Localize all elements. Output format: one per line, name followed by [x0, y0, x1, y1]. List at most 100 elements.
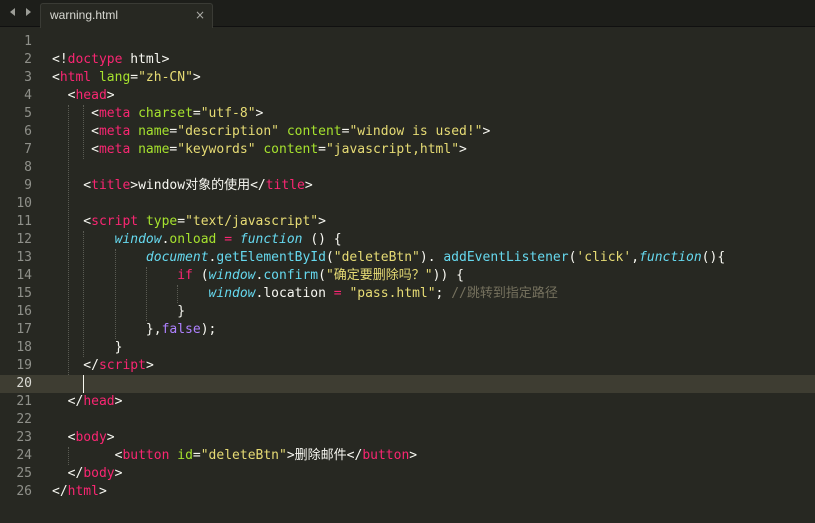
code-token: if [177, 268, 193, 283]
code-token: < [52, 430, 76, 445]
code-line[interactable]: <title>window对象的使用</title> [52, 177, 815, 195]
tab-warning-html[interactable]: warning.html × [40, 3, 213, 28]
code-token: </ [52, 484, 68, 499]
line-number: 12 [16, 232, 32, 247]
code-line[interactable] [52, 33, 815, 51]
code-token: > [114, 394, 123, 409]
code-token: < [52, 124, 99, 139]
code-line[interactable]: if (window.confirm("确定要删除吗？")) { [52, 267, 815, 285]
code-token: ( [325, 250, 334, 265]
code-token: > [459, 142, 467, 157]
code-line[interactable]: <meta name="keywords" content="javascrip… [52, 141, 815, 159]
indent-guide [67, 105, 69, 375]
code-token: ); [200, 322, 217, 337]
code-token: >删除邮件</ [286, 448, 363, 463]
code-editor[interactable]: 1 2 3 4 5 6 7 8 9 10 11 12 13 14 15 16 17 18 19 20 21 22 23 24 2… [0, 28, 815, 523]
code-line[interactable]: <!doctype html> [52, 51, 815, 69]
code-line[interactable] [52, 375, 815, 393]
code-line[interactable]: </script> [52, 357, 815, 375]
line-number: 10 [16, 196, 32, 211]
code-line[interactable]: </head> [52, 393, 815, 411]
code-area[interactable]: <!doctype html> <html lang="zh-CN"> <head… [40, 28, 815, 523]
code-token: = [192, 448, 201, 463]
code-token: charset [138, 106, 193, 121]
code-token: html> [122, 52, 170, 67]
code-token: head [83, 394, 115, 409]
indent-guide [83, 231, 85, 357]
code-token: meta [98, 124, 131, 139]
code-line[interactable]: <html lang="zh-CN"> [52, 69, 815, 87]
code-token: < [52, 214, 92, 229]
line-number: 26 [16, 484, 32, 499]
code-token: } [52, 340, 123, 355]
code-token: () { [302, 232, 342, 247]
code-token: < [52, 142, 99, 157]
code-token: > [304, 178, 313, 193]
code-token: button [362, 448, 410, 463]
code-line[interactable]: <meta charset="utf-8"> [52, 105, 815, 123]
code-token: title [91, 178, 131, 193]
code-token: addEventListener [443, 250, 569, 265]
code-token: > [409, 448, 418, 463]
code-token: "javascript,html" [325, 142, 460, 157]
code-token: getElementById [216, 250, 326, 265]
code-token: > [318, 214, 326, 229]
code-token: meta [98, 142, 131, 157]
code-token: )) { [432, 268, 464, 283]
code-token: content [263, 142, 319, 157]
code-token: body [83, 466, 115, 481]
code-line[interactable]: document.getElementById("deleteBtn"). ad… [52, 249, 815, 267]
code-token: window [208, 268, 256, 283]
code-line[interactable]: } [52, 339, 815, 357]
code-line[interactable]: } [52, 303, 815, 321]
triangle-right-icon[interactable] [22, 6, 34, 18]
code-token: > [106, 88, 115, 103]
code-token: < [52, 448, 123, 463]
code-line[interactable] [52, 159, 815, 177]
code-line[interactable]: <script type="text/javascript"> [52, 213, 815, 231]
code-token: </ [52, 466, 84, 481]
line-number: 9 [24, 178, 32, 193]
triangle-left-icon[interactable] [7, 6, 19, 18]
code-line[interactable]: </html> [52, 483, 815, 501]
code-line[interactable]: window.location = "pass.html"; //跳转到指定路径 [52, 285, 815, 303]
code-token: script [98, 358, 146, 373]
code-token: id [177, 448, 193, 463]
code-token: < [52, 70, 60, 85]
code-token: (){ [701, 250, 726, 265]
code-token: "window is used!" [349, 124, 483, 139]
code-line[interactable]: window.onload = function () { [52, 231, 815, 249]
line-number: 18 [16, 340, 32, 355]
code-line[interactable]: <button id="deleteBtn">删除邮件</button> [52, 447, 815, 465]
code-token: >window对象的使用</ [130, 178, 266, 193]
code-token: script [91, 214, 139, 229]
line-number: 23 [16, 430, 32, 445]
code-line[interactable]: </body> [52, 465, 815, 483]
code-token: body [75, 430, 107, 445]
code-token: > [192, 70, 201, 85]
code-line[interactable] [52, 411, 815, 429]
code-line[interactable]: <meta name="description" content="window… [52, 123, 815, 141]
code-token: head [75, 88, 107, 103]
line-number: 14 [16, 268, 32, 283]
text-cursor [83, 375, 85, 393]
code-token: html [67, 484, 99, 499]
code-line[interactable]: },false); [52, 321, 815, 339]
code-token: > [255, 106, 264, 121]
line-number: 16 [16, 304, 32, 319]
indent-guide [67, 447, 69, 465]
code-token: doctype [67, 52, 123, 67]
code-token: "zh-CN" [138, 70, 193, 85]
code-line[interactable] [52, 195, 815, 213]
code-line[interactable]: <head> [52, 87, 815, 105]
line-number-gutter: 1 2 3 4 5 6 7 8 9 10 11 12 13 14 15 16 17 18 19 20 21 22 23 24 2… [0, 28, 40, 523]
code-token: < [52, 106, 99, 121]
code-token: lang [98, 70, 131, 85]
code-line[interactable]: <body> [52, 429, 815, 447]
code-token: </ [52, 358, 99, 373]
code-token: window [114, 232, 162, 247]
close-icon[interactable]: × [195, 9, 205, 22]
